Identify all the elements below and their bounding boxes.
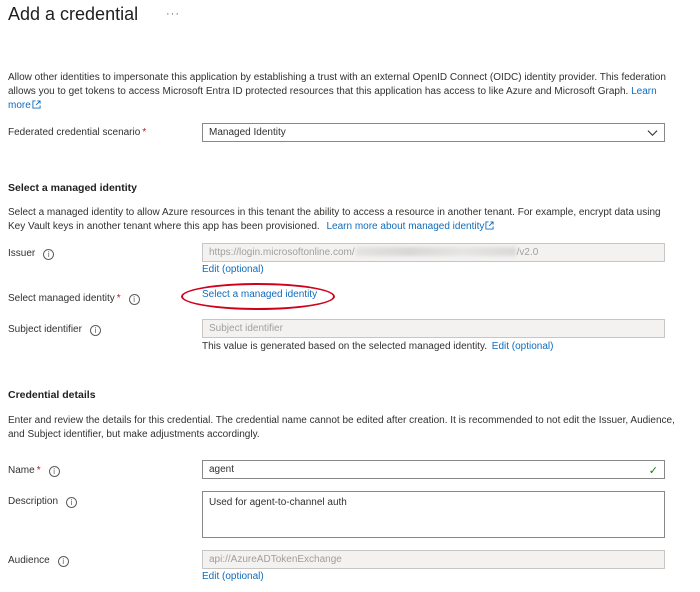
name-input[interactable]: agent ✓ bbox=[202, 460, 665, 479]
scenario-label: Federated credential scenario * bbox=[8, 127, 147, 138]
subject-identifier-helper: This value is generated based on the sel… bbox=[202, 341, 554, 352]
credential-details-section-title: Credential details bbox=[8, 389, 96, 401]
page-title: Add a credential bbox=[8, 4, 139, 24]
credential-details-description: Enter and review the details for this cr… bbox=[8, 415, 675, 440]
required-mark: * bbox=[116, 293, 121, 304]
info-icon[interactable]: i bbox=[57, 556, 69, 567]
audience-label: Audience i bbox=[8, 555, 69, 567]
info-icon[interactable]: i bbox=[66, 497, 78, 508]
info-icon[interactable]: i bbox=[43, 249, 55, 260]
scenario-dropdown[interactable]: Managed Identity bbox=[202, 123, 665, 142]
checkmark-icon: ✓ bbox=[648, 464, 658, 477]
description-textarea[interactable]: Used for agent-to-channel auth bbox=[202, 491, 665, 538]
name-label: Name * i bbox=[8, 465, 60, 477]
subject-identifier-label: Subject identifier i bbox=[8, 324, 101, 336]
issuer-edit-link[interactable]: Edit (optional) bbox=[202, 264, 264, 275]
required-mark: * bbox=[142, 127, 147, 138]
issuer-field: https://login.microsoftonline.com//v2.0 bbox=[202, 243, 665, 262]
subject-edit-link[interactable]: Edit (optional) bbox=[492, 341, 554, 352]
external-link-icon bbox=[485, 221, 494, 230]
chevron-down-icon bbox=[647, 130, 658, 137]
redacted-tenant-id bbox=[355, 247, 516, 256]
description-label: Description i bbox=[8, 496, 78, 508]
issuer-label: Issuer i bbox=[8, 248, 55, 260]
scenario-value: Managed Identity bbox=[209, 127, 286, 138]
managed-identity-description: Select a managed identity to allow Azure… bbox=[8, 207, 661, 232]
subject-identifier-field: Subject identifier bbox=[202, 319, 665, 338]
external-link-icon bbox=[32, 100, 41, 109]
info-icon[interactable]: i bbox=[128, 294, 140, 305]
info-icon[interactable]: i bbox=[48, 466, 60, 477]
intro-description: Allow other identities to impersonate th… bbox=[8, 71, 678, 113]
select-managed-identity-link[interactable]: Select a managed identity bbox=[202, 289, 317, 300]
managed-identity-section-title: Select a managed identity bbox=[8, 182, 137, 194]
audience-field: api://AzureADTokenExchange bbox=[202, 550, 665, 569]
intro-text: Allow other identities to impersonate th… bbox=[8, 72, 666, 97]
audience-edit-link[interactable]: Edit (optional) bbox=[202, 571, 264, 582]
select-managed-identity-label: Select managed identity * i bbox=[8, 293, 140, 305]
learn-more-managed-identity-link[interactable]: Learn more about managed identity bbox=[326, 221, 494, 232]
info-icon[interactable]: i bbox=[89, 325, 101, 336]
more-options-icon[interactable]: ··· bbox=[166, 8, 180, 20]
required-mark: * bbox=[36, 465, 41, 476]
